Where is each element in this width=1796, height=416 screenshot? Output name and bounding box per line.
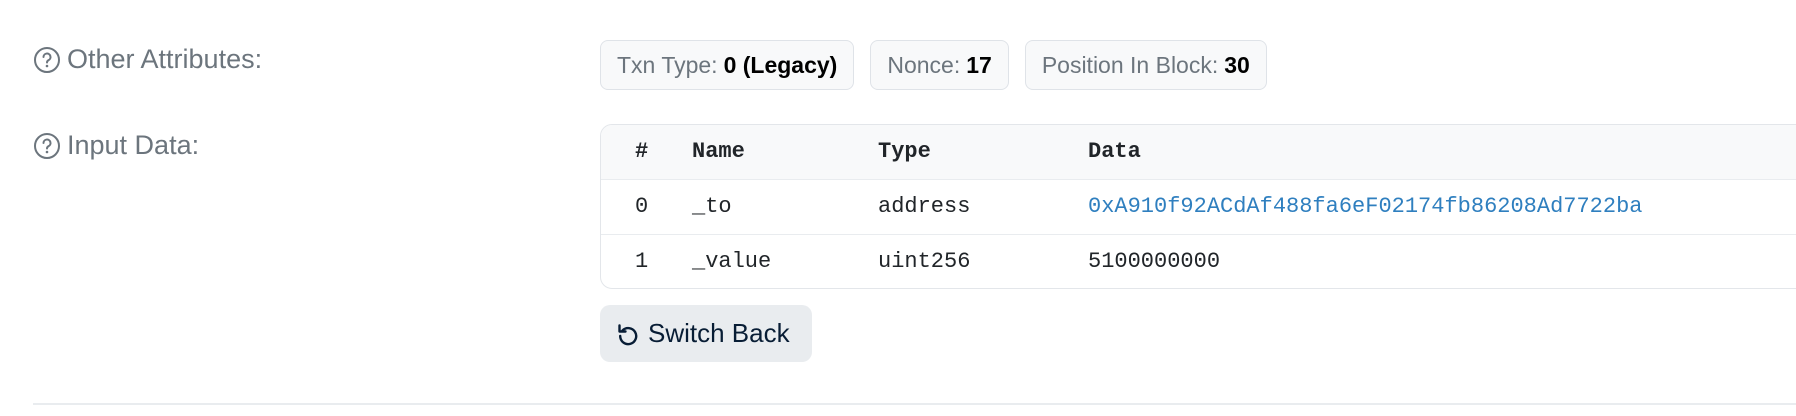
param-name: _value xyxy=(692,249,772,274)
attribute-badges: Txn Type: 0 (Legacy) Nonce: 17 Position … xyxy=(600,40,1267,90)
badge-key: Position In Block: xyxy=(1041,51,1219,78)
other-attributes-text: Other Attributes: xyxy=(67,44,263,74)
input-data-table: # Name Type Data 0 _to address 0xA910f92… xyxy=(600,124,1796,289)
input-data-label: Input Data: xyxy=(33,130,199,161)
column-header-type: Type xyxy=(878,139,931,164)
param-data: 5100000000 xyxy=(1088,249,1221,274)
question-circle-icon[interactable] xyxy=(33,132,61,160)
row-index: 0 xyxy=(635,194,649,219)
param-type: uint256 xyxy=(878,249,971,274)
row-index: 1 xyxy=(635,249,649,274)
switch-back-button[interactable]: Switch Back xyxy=(600,305,812,362)
param-type: address xyxy=(878,194,971,219)
position-in-block-badge: Position In Block: 30 xyxy=(1024,40,1267,90)
table-row: 1 _value uint256 5100000000 xyxy=(601,235,1796,288)
badge-value: 0 (Legacy) xyxy=(723,51,838,78)
table-row: 0 _to address 0xA910f92ACdAf488fa6eF0217… xyxy=(601,180,1796,235)
input-data-text: Input Data: xyxy=(67,130,200,160)
badge-key: Txn Type: xyxy=(617,51,718,78)
switch-back-label: Switch Back xyxy=(648,318,790,348)
section-divider xyxy=(33,403,1796,405)
column-header-index: # xyxy=(635,139,649,164)
param-data: 0xA910f92ACdAf488fa6eF02174fb86208Ad7722… xyxy=(1088,180,1643,234)
column-header-data: Data xyxy=(1088,139,1141,164)
column-header-name: Name xyxy=(692,139,745,164)
question-circle-icon[interactable] xyxy=(33,46,61,74)
txn-type-badge: Txn Type: 0 (Legacy) xyxy=(600,40,855,90)
param-name: _to xyxy=(692,194,732,219)
nonce-badge: Nonce: 17 xyxy=(870,40,1009,90)
address-link[interactable]: 0xA910f92ACdAf488fa6eF02174fb86208Ad7722… xyxy=(1088,194,1643,219)
badge-value: 30 xyxy=(1224,51,1250,78)
undo-icon xyxy=(616,322,640,346)
table-header-row: # Name Type Data xyxy=(601,125,1796,180)
badge-value: 17 xyxy=(966,51,992,78)
other-attributes-label: Other Attributes: xyxy=(33,44,262,75)
badge-key: Nonce: xyxy=(887,51,961,78)
